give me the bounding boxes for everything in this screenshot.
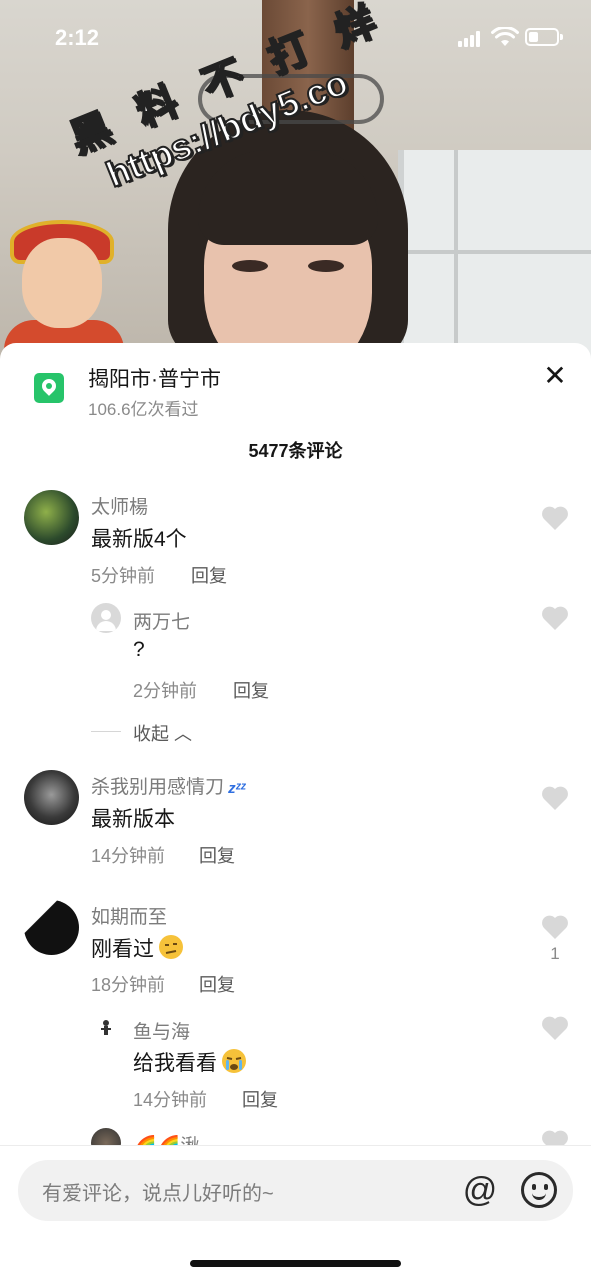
- heart-icon[interactable]: [541, 785, 569, 811]
- crying-emoji-icon: [219, 1047, 249, 1081]
- comment-time: 14分钟前: [91, 846, 166, 866]
- comment-text: 刚看过: [91, 933, 186, 967]
- status-time: 2:12: [55, 25, 100, 50]
- doll-figure: [4, 220, 124, 360]
- comment-username[interactable]: 鱼与海: [133, 1017, 190, 1044]
- chevron-up-icon: ︿: [169, 724, 193, 744]
- heart-icon[interactable]: [541, 914, 569, 940]
- background-window: [398, 150, 591, 360]
- location-pin-icon: [34, 373, 64, 403]
- heart-icon[interactable]: [541, 505, 569, 531]
- comment-username[interactable]: 杀我别用感情刀 zᶻᶻ: [91, 772, 246, 799]
- comment-count: 5477条评论: [248, 441, 343, 461]
- avatar[interactable]: [24, 770, 79, 825]
- comment-time: 18分钟前: [91, 975, 166, 995]
- wifi-icon: [491, 27, 519, 46]
- like-count: 1: [550, 944, 560, 963]
- at-icon[interactable]: @: [461, 1172, 499, 1210]
- reply-button[interactable]: 回复: [242, 1086, 278, 1112]
- location-views: 106.6亿次看过: [88, 400, 199, 419]
- home-indicator[interactable]: [190, 1260, 401, 1267]
- input-divider-line: [0, 1145, 591, 1146]
- location-title[interactable]: 揭阳市·普宁市: [88, 363, 221, 393]
- comment-username-text: 杀我别用感情刀: [91, 777, 225, 798]
- comment-time: 5分钟前: [91, 566, 156, 586]
- comment-username[interactable]: 太师楊: [91, 492, 148, 519]
- avatar[interactable]: [24, 490, 79, 545]
- thinking-emoji-icon: [156, 933, 186, 967]
- emoji-icon[interactable]: [521, 1172, 557, 1208]
- comment-text: 给我看看: [133, 1047, 249, 1081]
- avatar[interactable]: [91, 603, 121, 633]
- avatar[interactable]: [91, 1014, 121, 1044]
- collapse-divider: [91, 731, 121, 732]
- figure-avatar-icon: [101, 1020, 111, 1035]
- default-avatar-icon: [96, 610, 116, 631]
- heart-icon[interactable]: [541, 605, 569, 631]
- zzz-icon: zᶻᶻ: [224, 780, 246, 797]
- input-divider: [0, 1145, 591, 1160]
- avatar[interactable]: [24, 900, 79, 955]
- collapse-label: 收起: [133, 724, 169, 744]
- heart-icon[interactable]: [541, 1015, 569, 1041]
- comment-time: 14分钟前: [133, 1090, 208, 1110]
- comment-text: 最新版4个: [91, 528, 187, 551]
- reply-button[interactable]: 回复: [191, 562, 227, 588]
- comment-text-content: 刚看过: [91, 938, 154, 961]
- comments-sheet: 揭阳市·普宁市 106.6亿次看过 ✕ 5477条评论 太师楊 最新版4个 5分…: [0, 343, 591, 1280]
- comment-time: 2分钟前: [133, 681, 198, 701]
- comment-text-content: 给我看看: [133, 1052, 217, 1075]
- status-bar: 2:12: [0, 0, 591, 76]
- comment-text: ?: [133, 638, 145, 661]
- comment-input-placeholder: 有爱评论，说点儿好听的~: [42, 1183, 274, 1205]
- comment-text: 最新版本: [91, 808, 175, 831]
- close-icon[interactable]: ✕: [540, 361, 570, 391]
- comment-username[interactable]: 如期而至: [91, 902, 167, 929]
- reply-button[interactable]: 回复: [199, 842, 235, 868]
- comment-username[interactable]: 两万七: [133, 607, 190, 634]
- reply-button[interactable]: 回复: [233, 677, 269, 703]
- comment-input[interactable]: 有爱评论，说点儿好听的~ @: [18, 1160, 573, 1221]
- reply-button[interactable]: 回复: [199, 971, 235, 997]
- battery-icon: [525, 28, 563, 46]
- collapse-replies-button[interactable]: 收起 ︿: [133, 720, 192, 746]
